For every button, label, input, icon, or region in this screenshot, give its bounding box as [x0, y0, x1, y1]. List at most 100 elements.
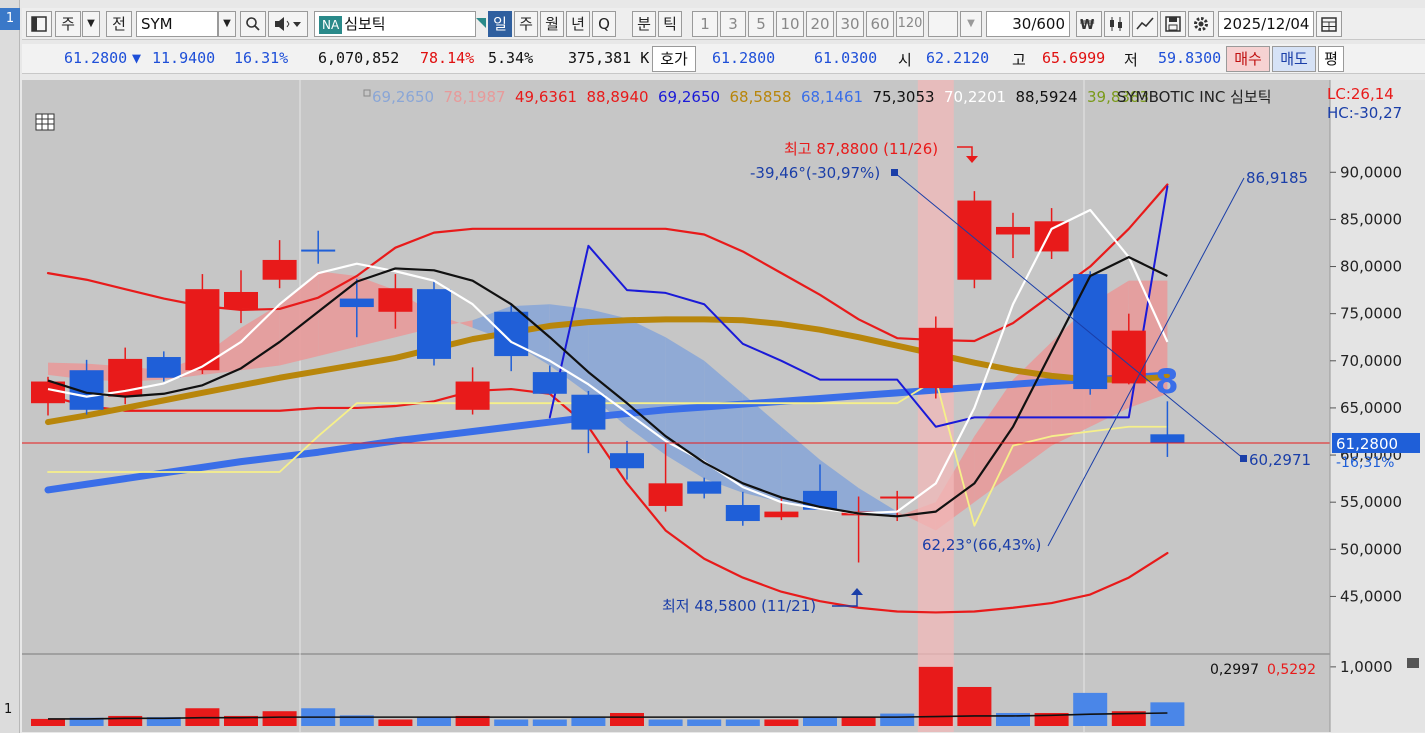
volume-bar: [803, 717, 837, 726]
volume-bar: [494, 719, 529, 726]
stock-field-corner-icon: [476, 11, 486, 37]
minute-option-5[interactable]: 5: [748, 11, 774, 37]
period-button[interactable]: 주: [55, 11, 81, 37]
candle-body: [532, 372, 567, 394]
gear-icon[interactable]: [1188, 11, 1214, 37]
chart-line-icon[interactable]: [1132, 11, 1158, 37]
interval-quarter-tab[interactable]: Q: [592, 11, 616, 37]
volume-value: 6,070,852: [318, 49, 400, 67]
interval-tick-tab[interactable]: 틱: [658, 11, 682, 37]
chevron-down-icon[interactable]: ▼: [82, 11, 100, 37]
svg-text:₩: ₩: [1080, 18, 1095, 32]
window-tab-number[interactable]: 1: [0, 8, 20, 30]
interval-input[interactable]: [928, 11, 958, 37]
eval-button[interactable]: 평: [1318, 46, 1344, 72]
buy-button[interactable]: 매수: [1226, 46, 1270, 72]
candle-icon[interactable]: [1104, 11, 1130, 37]
candlestick-chart[interactable]: 0,2997 0,5292 1,0000 최고 87,8800 (11/26) 최저 …: [22, 80, 1425, 733]
candle-body: [880, 496, 915, 499]
minute-option-20[interactable]: 20: [806, 11, 834, 37]
layout-icon[interactable]: [26, 11, 52, 37]
volume-bar: [31, 718, 65, 726]
table-icon-frame: [35, 113, 55, 131]
prev-button[interactable]: 전: [106, 11, 132, 37]
legend-company: SYMBOTIC INC 심보틱: [1117, 88, 1272, 106]
minute-option-60[interactable]: 60: [866, 11, 894, 37]
highlight-band: [917, 80, 954, 732]
market-badge: NA: [319, 16, 343, 34]
volume-bar: [378, 719, 413, 726]
interval-minute-tab[interactable]: 분: [632, 11, 656, 37]
volume-bar: [108, 715, 143, 726]
volume-bar: [648, 719, 683, 726]
y-tick-label: 55,0000: [1340, 493, 1402, 511]
left-frame: 1 1: [0, 0, 20, 733]
search-icon[interactable]: [240, 11, 266, 37]
save-icon[interactable]: [1160, 11, 1186, 37]
candle-body: [1034, 221, 1069, 252]
minute-option-1[interactable]: 1: [692, 11, 718, 37]
interval-week-tab[interactable]: 주: [514, 11, 538, 37]
table-icon: [35, 113, 55, 131]
candle-body: [648, 483, 683, 506]
candle-body: [687, 481, 722, 494]
volume-bar: [571, 717, 606, 726]
ticker-icon[interactable]: ₩: [1076, 11, 1102, 37]
volume-bar: [687, 719, 722, 726]
interval-day-tab[interactable]: 일: [488, 11, 512, 37]
chart-toolbar: 주 ▼ 전 SYM ▼ NA 심보틱 일 주 월 년 Q 분 틱 1 3 5 10…: [22, 8, 1425, 40]
candle-body: [339, 298, 374, 308]
legend-value: 78,1987: [444, 88, 506, 106]
y-tick-label: 50,0000: [1340, 540, 1402, 558]
count-field[interactable]: 30/600: [986, 11, 1070, 37]
date-field[interactable]: 2025/12/04: [1218, 11, 1314, 37]
interval-dropdown-icon[interactable]: ▼: [960, 11, 982, 37]
candle-body: [417, 289, 451, 359]
candle-body: [224, 291, 258, 309]
turnover-rate: 5.34%: [488, 49, 534, 67]
legend-value: 68,5858: [730, 88, 792, 106]
y-tick-label: 65,0000: [1340, 399, 1402, 417]
calendar-icon[interactable]: [1316, 11, 1342, 37]
symbol-input[interactable]: SYM: [136, 11, 218, 37]
volume-bar: [532, 719, 567, 726]
current-price: 61.2800: [64, 49, 128, 67]
candle-body: [610, 453, 644, 469]
legend-value: 69,2650: [658, 88, 720, 106]
legend-value: 75,3053: [873, 88, 935, 106]
candle-body: [455, 381, 490, 410]
legend-value: 49,6361: [515, 88, 577, 106]
candle-body: [494, 311, 529, 357]
change-percent: 16.31%: [234, 49, 289, 67]
bid-label: 호가: [652, 46, 696, 72]
chart-area[interactable]: 0,2997 0,5292 1,0000 최고 87,8800 (11/26) 최저 …: [22, 80, 1425, 733]
symbol-dropdown-icon[interactable]: ▼: [218, 11, 236, 37]
candle-body: [378, 288, 413, 312]
volume-bar: [725, 719, 760, 726]
stock-name-field[interactable]: NA 심보틱: [314, 11, 476, 37]
interval-month-tab[interactable]: 월: [540, 11, 564, 37]
ask-price: 61.0300: [814, 49, 878, 67]
legend-value: 69,2650: [372, 88, 434, 106]
y-tick-label: 70,0000: [1340, 352, 1402, 370]
candle: [957, 191, 992, 289]
angle-down-label: -39,46°(-30,97%): [750, 164, 880, 182]
current-price-tag-label: 61,2800: [1336, 435, 1398, 453]
speaker-icon[interactable]: [268, 11, 308, 37]
low-label: 저: [1124, 51, 1138, 69]
sell-button[interactable]: 매도: [1272, 46, 1316, 72]
bottom-number: 1: [4, 702, 13, 717]
candle-body: [146, 357, 181, 378]
interval-year-tab[interactable]: 년: [566, 11, 590, 37]
minute-option-30[interactable]: 30: [836, 11, 864, 37]
y-tick-label: 90,0000: [1340, 163, 1402, 181]
minute-option-120[interactable]: 120: [896, 11, 924, 37]
minute-option-10[interactable]: 10: [776, 11, 804, 37]
bid-price: 61.2800: [712, 49, 776, 67]
minute-option-3[interactable]: 3: [720, 11, 746, 37]
stock-name: 심보틱: [344, 15, 386, 33]
candle-body: [725, 505, 760, 522]
candle-body: [262, 259, 297, 280]
y-tick-label: 80,0000: [1340, 258, 1402, 276]
legend-value: 88,8940: [587, 88, 649, 106]
